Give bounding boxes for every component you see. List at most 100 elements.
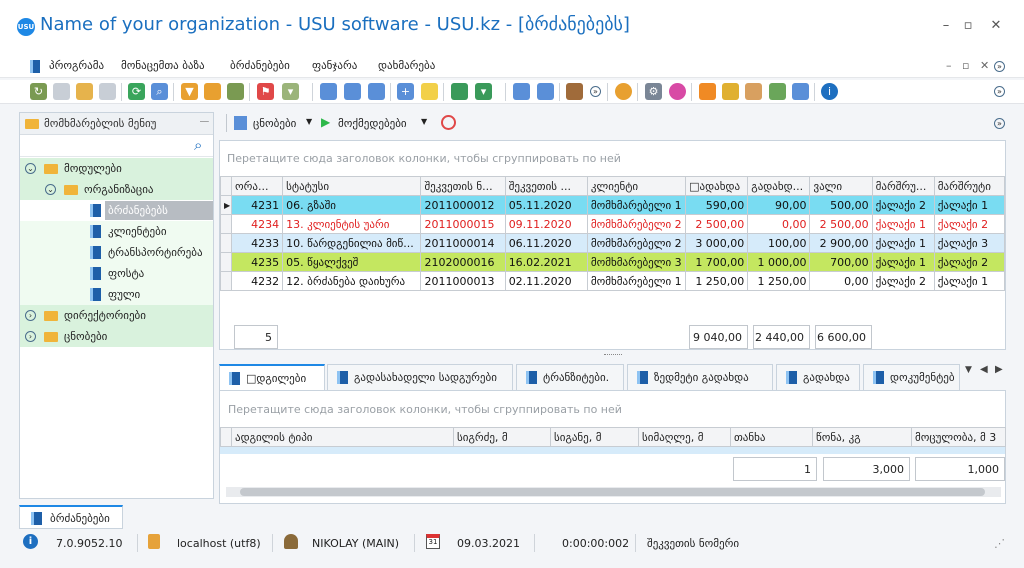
tree-item[interactable]: › დირექტორიები xyxy=(20,305,213,326)
tab-overpayment[interactable]: ზედმეტი გადახდა xyxy=(627,364,773,390)
close-window-icon[interactable] xyxy=(537,83,554,100)
column-header[interactable]: სიმაღლე, მ xyxy=(638,427,731,447)
grid-toolbar-overflow-icon[interactable]: » xyxy=(994,118,1005,129)
add-row-icon[interactable]: + xyxy=(397,83,414,100)
column-header[interactable]: სიგრძე, მ xyxy=(453,427,551,447)
tab-documents[interactable]: დოკუმენტებ xyxy=(863,364,960,390)
column-header[interactable]: ადგილის ტიპი xyxy=(231,427,454,447)
splitter-handle[interactable] xyxy=(604,354,622,356)
tabs-next-icon[interactable]: ▶ xyxy=(995,364,1003,375)
refresh-icon[interactable]: ↻ xyxy=(30,83,47,100)
location-pin-icon[interactable] xyxy=(615,83,632,100)
menu-program[interactable]: პროგრამა xyxy=(49,59,104,72)
search-icon[interactable]: ⌕ xyxy=(151,83,168,100)
columns-icon[interactable] xyxy=(320,83,337,100)
filter-settings-icon[interactable] xyxy=(227,83,244,100)
mdi-close-icon[interactable]: ✕ xyxy=(980,59,989,72)
expand-icon[interactable]: › xyxy=(25,310,36,321)
close-button[interactable]: ✕ xyxy=(986,18,1006,33)
table-row[interactable]: 4234 13. კლიენტის უარი 2011000015 09.11.202… xyxy=(219,214,1006,234)
users-icon[interactable] xyxy=(769,83,786,100)
table-row[interactable]: 4233 10. წარდგენილია მიწ... 2011000014 06.1… xyxy=(219,233,1006,253)
column-header[interactable]: მარშრუტი xyxy=(933,176,1006,196)
column-header[interactable]: შეკვეთის ნ... xyxy=(420,176,506,196)
color-wheel-icon[interactable] xyxy=(669,83,686,100)
row-indicator[interactable] xyxy=(219,214,233,234)
maximize-button[interactable]: ▫ xyxy=(958,18,978,33)
actions-button[interactable]: მოქმედებები xyxy=(338,117,407,130)
collapse-icon[interactable] xyxy=(368,83,385,100)
expand-icon[interactable] xyxy=(344,83,361,100)
row-indicator[interactable] xyxy=(219,271,233,291)
column-header[interactable]: გადახდ... xyxy=(747,176,811,196)
collapse-icon[interactable]: ⌄ xyxy=(45,184,56,195)
filter-clear-icon[interactable] xyxy=(204,83,221,100)
tree-item[interactable]: კლიენტები xyxy=(20,221,213,242)
column-header[interactable]: შეკვეთის ... xyxy=(504,176,588,196)
row-indicator[interactable]: ▶ xyxy=(219,195,233,215)
exit-icon[interactable] xyxy=(566,83,583,100)
horizontal-scrollbar[interactable] xyxy=(226,487,1001,497)
collapse-icon[interactable]: ⌄ xyxy=(25,163,36,174)
copy-icon[interactable] xyxy=(53,83,70,100)
open-window-tab[interactable]: ბრძანებები xyxy=(19,505,123,529)
reports-button[interactable]: ცნობები xyxy=(253,117,296,130)
note-icon[interactable] xyxy=(421,83,438,100)
toolbar-overflow-icon[interactable]: » xyxy=(994,86,1005,97)
refresh-circle-icon[interactable] xyxy=(441,115,456,130)
column-header[interactable]: მოცულობა, მ 3 xyxy=(911,427,1006,447)
filter-icon[interactable]: ▼ xyxy=(181,83,198,100)
rss-icon[interactable] xyxy=(699,83,716,100)
sync-icon[interactable]: ⟳ xyxy=(128,83,145,100)
excel-dropdown-icon[interactable]: ▾ xyxy=(475,83,492,100)
tree-item[interactable]: ბრძანებებს xyxy=(20,200,213,221)
user-menu-search[interactable]: ⌕ xyxy=(20,135,213,157)
menu-database[interactable]: მონაცემთა ბაზა xyxy=(121,59,205,72)
info-icon[interactable]: i xyxy=(821,83,838,100)
column-header[interactable]: მარშრუ... xyxy=(871,176,935,196)
edit-icon[interactable] xyxy=(76,83,93,100)
minimize-button[interactable]: – xyxy=(936,18,956,33)
gear-icon[interactable]: ⚙ xyxy=(645,83,662,100)
nav-circle-icon[interactable]: » xyxy=(590,86,601,97)
column-header[interactable]: ვალი xyxy=(809,176,873,196)
scrollbar-thumb[interactable] xyxy=(240,488,985,496)
column-header[interactable]: კლიენტი xyxy=(586,176,687,196)
user-key-icon[interactable] xyxy=(745,83,762,100)
table-row[interactable]: 4235 05. წყალქვეშ 2102000016 16.02.2021 მომხ… xyxy=(219,252,1006,272)
image-dropdown-icon[interactable]: ▾ xyxy=(282,83,299,100)
column-header[interactable]: სტატუსი xyxy=(282,176,422,196)
column-header[interactable]: წონა, კგ xyxy=(812,427,912,447)
column-header[interactable]: თანხა xyxy=(730,427,813,447)
table-row[interactable]: ▶ 4231 06. გზაში 2011000012 05.11.2020 მომხმა… xyxy=(219,195,1006,215)
column-header[interactable]: სიგანე, მ xyxy=(550,427,639,447)
menu-window[interactable]: ფანჯარა xyxy=(312,59,357,72)
tree-item[interactable]: ტრანსპორტირება xyxy=(20,242,213,263)
expand-icon[interactable]: › xyxy=(25,331,36,342)
tabs-prev-icon[interactable]: ◀ xyxy=(980,364,988,375)
delete-icon[interactable] xyxy=(99,83,116,100)
tabs-dropdown-icon[interactable]: ▼ xyxy=(965,365,972,375)
search-icon[interactable]: ⌕ xyxy=(194,136,202,154)
pin-tool-icon[interactable] xyxy=(792,83,809,100)
menu-orders[interactable]: ბრძანებები xyxy=(230,59,290,72)
chevron-down-icon[interactable]: ▼ xyxy=(306,117,312,126)
tree-item[interactable]: ფოსტა xyxy=(20,263,213,284)
flag-icon[interactable]: ⚑ xyxy=(257,83,274,100)
tree-item[interactable]: ⌄ მოდულები xyxy=(20,158,213,179)
tree-item[interactable]: ფული xyxy=(20,284,213,305)
mdi-minimize-icon[interactable]: – xyxy=(946,59,952,72)
places-row-partial[interactable] xyxy=(220,447,1005,454)
row-indicator[interactable] xyxy=(219,252,233,272)
menu-help[interactable]: დახმარება xyxy=(378,59,435,72)
tree-item[interactable]: › ცნობები xyxy=(20,326,213,347)
table-row[interactable]: 4232 12. ბრძანება დაიხურა 2011000013 02.11.… xyxy=(219,271,1006,291)
export-icon[interactable] xyxy=(451,83,468,100)
collapse-ribbon-icon[interactable]: » xyxy=(994,61,1005,72)
row-indicator[interactable] xyxy=(219,233,233,253)
tab-payment[interactable]: გადახდა xyxy=(776,364,860,390)
resize-grip-icon[interactable]: ⋰ xyxy=(994,537,1005,550)
column-header[interactable]: □ადახდა xyxy=(685,176,749,196)
chevron-down-icon[interactable]: ▼ xyxy=(421,117,427,126)
new-window-icon[interactable] xyxy=(513,83,530,100)
